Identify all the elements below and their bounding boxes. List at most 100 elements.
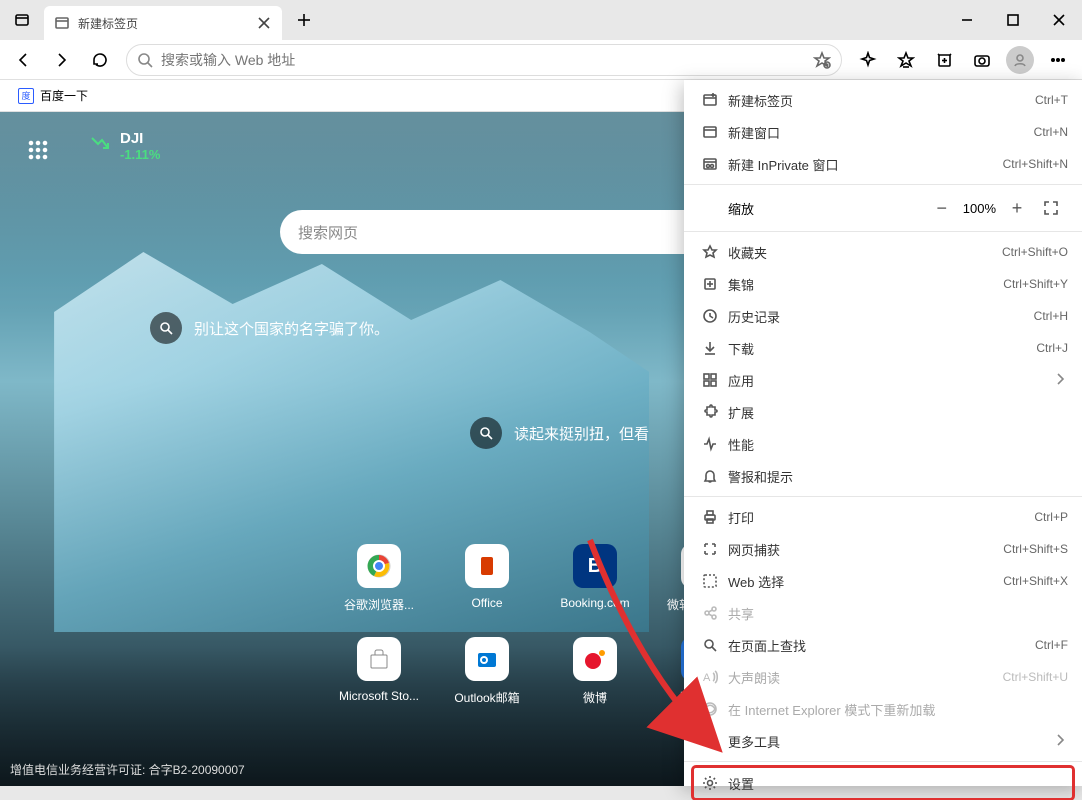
gear-icon bbox=[698, 775, 722, 791]
chevron-right-icon bbox=[1052, 371, 1068, 390]
profile-button[interactable] bbox=[1002, 42, 1038, 78]
app-menu-button[interactable] bbox=[1040, 42, 1076, 78]
stock-symbol: DJI bbox=[120, 130, 160, 147]
top-widgets: DJI -1.11% bbox=[18, 130, 160, 170]
weibo-icon bbox=[582, 646, 608, 672]
quick-link[interactable]: BBooking.com bbox=[541, 544, 649, 613]
menu-item-label: 共享 bbox=[728, 604, 1068, 623]
menu-item-label: 新建 InPrivate 窗口 bbox=[728, 155, 1003, 174]
forward-button[interactable] bbox=[44, 42, 80, 78]
tab-close-button[interactable] bbox=[256, 15, 272, 31]
news-chip[interactable]: 读起来挺别扭，但看 bbox=[470, 417, 649, 449]
menu-item-shortcut: Ctrl+Shift+S bbox=[1003, 542, 1068, 556]
star-lines-icon bbox=[897, 51, 915, 69]
news-search-icon bbox=[470, 417, 502, 449]
menu-item-shortcut: Ctrl+Shift+O bbox=[1002, 245, 1068, 259]
tab-title: 新建标签页 bbox=[78, 15, 138, 32]
quick-link[interactable]: Microsoft Sto... bbox=[325, 637, 433, 706]
find-icon bbox=[698, 637, 722, 653]
minimize-icon bbox=[959, 12, 975, 28]
menu-item[interactable]: 新建 InPrivate 窗口Ctrl+Shift+N bbox=[684, 148, 1082, 180]
menu-item[interactable]: 性能 bbox=[684, 428, 1082, 460]
menu-item[interactable]: 集锦Ctrl+Shift+Y bbox=[684, 268, 1082, 300]
menu-item[interactable]: 网页捕获Ctrl+Shift+S bbox=[684, 533, 1082, 565]
quick-link[interactable]: 微博 bbox=[541, 637, 649, 706]
collections-button[interactable] bbox=[926, 42, 962, 78]
refresh-button[interactable] bbox=[82, 42, 118, 78]
tab-favicon-icon bbox=[54, 15, 70, 31]
puzzle-icon bbox=[698, 404, 722, 420]
download-icon bbox=[698, 340, 722, 356]
address-bar[interactable] bbox=[126, 44, 842, 76]
quick-link-label: Office bbox=[471, 596, 502, 610]
apps-launcher-button[interactable] bbox=[18, 130, 58, 170]
menu-item-label: 下载 bbox=[728, 339, 1036, 358]
menu-separator bbox=[684, 231, 1082, 232]
fullscreen-button[interactable] bbox=[1034, 193, 1068, 223]
tab-actions-button[interactable] bbox=[0, 0, 44, 40]
quick-link[interactable]: 谷歌浏览器... bbox=[325, 544, 433, 613]
screenshot-button[interactable] bbox=[964, 42, 1000, 78]
zoom-out-button[interactable]: − bbox=[925, 193, 959, 223]
menu-item-shortcut: Ctrl+Shift+U bbox=[1003, 670, 1068, 684]
menu-separator bbox=[684, 184, 1082, 185]
arrow-right-icon bbox=[53, 51, 71, 69]
svg-text:A: A bbox=[703, 672, 711, 684]
more-horizontal-icon bbox=[1049, 51, 1067, 69]
menu-item-label: Web 选择 bbox=[728, 572, 1003, 591]
menu-item-shortcut: Ctrl+Shift+X bbox=[1003, 574, 1068, 588]
news-text: 读起来挺别扭，但看 bbox=[514, 423, 649, 444]
trend-down-icon bbox=[88, 132, 112, 162]
menu-item[interactable]: 收藏夹Ctrl+Shift+O bbox=[684, 236, 1082, 268]
office-icon bbox=[475, 554, 499, 578]
readaloud-icon: A bbox=[698, 669, 722, 685]
menu-item[interactable]: 新建窗口Ctrl+N bbox=[684, 116, 1082, 148]
browser-tab[interactable]: 新建标签页 bbox=[44, 6, 282, 40]
menu-item[interactable]: 下载Ctrl+J bbox=[684, 332, 1082, 364]
window-controls bbox=[944, 0, 1082, 40]
menu-item: A 大声朗读Ctrl+Shift+U bbox=[684, 661, 1082, 693]
quick-link[interactable]: Office bbox=[433, 544, 541, 613]
minimize-button[interactable] bbox=[944, 0, 990, 40]
menu-item-settings[interactable]: 设置 bbox=[692, 766, 1074, 800]
quick-link[interactable]: Outlook邮箱 bbox=[433, 637, 541, 706]
menu-item[interactable]: 历史记录Ctrl+H bbox=[684, 300, 1082, 332]
chevron-right-icon bbox=[1052, 732, 1068, 751]
bell-icon bbox=[698, 468, 722, 484]
print-icon bbox=[698, 509, 722, 525]
menu-item[interactable]: 警报和提示 bbox=[684, 460, 1082, 492]
baidu-icon: 度 bbox=[18, 88, 34, 104]
menu-item-label: 历史记录 bbox=[728, 307, 1034, 326]
bookmark-item[interactable]: 度 百度一下 bbox=[12, 83, 94, 108]
select-icon bbox=[698, 573, 722, 589]
news-chip[interactable]: 别让这个国家的名字骗了你。 bbox=[150, 312, 389, 344]
menu-item[interactable]: 新建标签页Ctrl+T bbox=[684, 84, 1082, 116]
menu-item[interactable]: 更多工具 bbox=[684, 725, 1082, 757]
menu-item[interactable]: Web 选择Ctrl+Shift+X bbox=[684, 565, 1082, 597]
menu-item[interactable]: 在页面上查找Ctrl+F bbox=[684, 629, 1082, 661]
zoom-in-button[interactable]: + bbox=[1000, 193, 1034, 223]
tab-overview-icon bbox=[14, 12, 30, 28]
maximize-button[interactable] bbox=[990, 0, 1036, 40]
quick-link-label: 微博 bbox=[583, 689, 607, 706]
favorite-add-icon[interactable] bbox=[813, 51, 831, 69]
address-input[interactable] bbox=[161, 52, 805, 68]
camera-icon bbox=[973, 51, 991, 69]
menu-item[interactable]: 应用 bbox=[684, 364, 1082, 396]
ie-icon bbox=[698, 701, 722, 717]
stock-widget[interactable]: DJI -1.11% bbox=[88, 130, 160, 162]
zoom-value: 100% bbox=[963, 201, 996, 216]
menu-item-label: 大声朗读 bbox=[728, 668, 1003, 687]
menu-item-shortcut: Ctrl+Shift+Y bbox=[1003, 277, 1068, 291]
news-search-icon bbox=[150, 312, 182, 344]
menu-item-label: 性能 bbox=[728, 435, 1068, 454]
close-window-button[interactable] bbox=[1036, 0, 1082, 40]
favorites-button[interactable] bbox=[888, 42, 924, 78]
menu-item-label: 警报和提示 bbox=[728, 467, 1068, 486]
menu-item[interactable]: 打印Ctrl+P bbox=[684, 501, 1082, 533]
new-tab-button[interactable] bbox=[288, 4, 320, 36]
menu-item[interactable]: 扩展 bbox=[684, 396, 1082, 428]
grid-icon bbox=[27, 139, 49, 161]
extensions-shortcut-button[interactable] bbox=[850, 42, 886, 78]
back-button[interactable] bbox=[6, 42, 42, 78]
